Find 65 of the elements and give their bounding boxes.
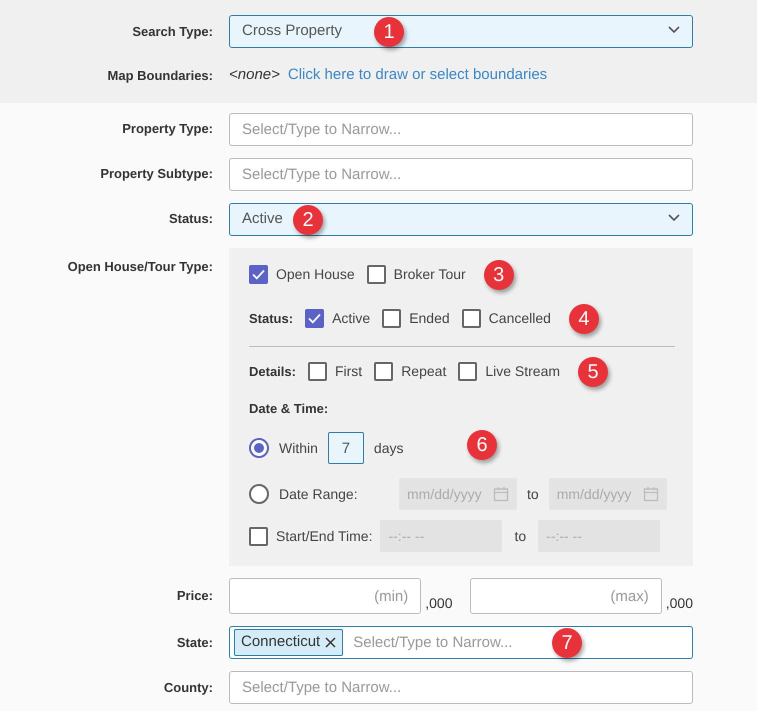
option-label: Open House bbox=[276, 265, 355, 284]
radio-button[interactable] bbox=[249, 438, 269, 458]
state-field[interactable]: Connecticut Select/Type to Narrow... 7 bbox=[229, 626, 693, 659]
unit-label: days bbox=[374, 438, 404, 458]
field-label: County: bbox=[162, 678, 213, 697]
price-field[interactable]: (min) bbox=[229, 578, 422, 614]
price-field[interactable]: (max) bbox=[470, 578, 662, 614]
callout-marker: 1 bbox=[374, 17, 404, 47]
text-input[interactable]: (min) bbox=[242, 579, 408, 613]
checkbox[interactable] bbox=[374, 362, 394, 381]
to-label: to bbox=[527, 484, 539, 504]
checkbox[interactable] bbox=[462, 309, 481, 328]
checkbox[interactable] bbox=[382, 309, 402, 328]
option-label: Repeat bbox=[401, 362, 446, 381]
option-label: Date Range: bbox=[279, 484, 359, 504]
option-label: Ended bbox=[409, 309, 450, 328]
field-label: Property Type: bbox=[121, 120, 213, 138]
option-label: Cancelled bbox=[488, 309, 551, 328]
chevron-icon bbox=[668, 214, 680, 222]
callout-marker: 4 bbox=[568, 304, 599, 334]
status-select[interactable]: Active 2 bbox=[229, 202, 693, 236]
to-label: to bbox=[514, 526, 526, 546]
field-label: Status: bbox=[168, 210, 213, 228]
chevron-icon bbox=[668, 26, 680, 34]
callout-marker: 7 bbox=[552, 628, 582, 658]
option-label: Start/End Time: bbox=[276, 526, 372, 546]
suffix-label: ,000 bbox=[425, 594, 452, 613]
field-label: State: bbox=[176, 634, 213, 652]
boundaries-value: <none> bbox=[229, 65, 280, 85]
field-label: Property Subtype: bbox=[99, 165, 213, 184]
checkbox[interactable] bbox=[366, 265, 386, 284]
callout-marker: 6 bbox=[467, 430, 497, 460]
date-field[interactable]: mm/dd/yyyy bbox=[399, 478, 517, 510]
search-type-select[interactable]: Cross Property 1 bbox=[229, 15, 693, 48]
date-field[interactable]: mm/dd/yyyy bbox=[548, 478, 667, 510]
field-label: Search Type: bbox=[131, 22, 213, 41]
state-tag[interactable]: Connecticut bbox=[234, 629, 344, 656]
option-label: Active bbox=[332, 309, 370, 328]
boundaries-link[interactable]: Click here to draw or select boundaries bbox=[288, 64, 548, 86]
callout-marker: 2 bbox=[293, 204, 323, 234]
option-label: Within bbox=[279, 438, 318, 458]
checkbox[interactable] bbox=[249, 526, 268, 546]
radio-button[interactable] bbox=[249, 484, 269, 504]
group-label: Details: bbox=[249, 362, 296, 381]
option-label: Live Stream bbox=[485, 362, 560, 381]
checkbox[interactable] bbox=[249, 265, 268, 284]
checkbox[interactable] bbox=[458, 362, 478, 381]
text-input[interactable]: (max) bbox=[482, 579, 649, 613]
field-label: Open House/Tour Type: bbox=[66, 258, 213, 276]
days-field[interactable]: 7 bbox=[328, 432, 364, 464]
field-label: Map Boundaries: bbox=[106, 66, 213, 85]
checkbox[interactable] bbox=[305, 309, 324, 328]
option-label: First bbox=[334, 362, 362, 381]
calendar-icon bbox=[493, 486, 509, 502]
calendar-icon bbox=[642, 486, 659, 502]
field-label: Price: bbox=[176, 587, 213, 606]
suffix-label: ,000 bbox=[666, 594, 693, 613]
callout-marker: 3 bbox=[484, 260, 514, 290]
checkbox[interactable] bbox=[308, 362, 327, 381]
close-icon[interactable] bbox=[325, 637, 336, 648]
group-label: Date & Time: bbox=[249, 400, 330, 418]
callout-marker: 5 bbox=[578, 356, 608, 386]
text-input[interactable]: Select/Type to Narrow... bbox=[353, 627, 544, 658]
option-label: Broker Tour bbox=[394, 265, 466, 284]
group-label: Status: bbox=[249, 310, 294, 328]
